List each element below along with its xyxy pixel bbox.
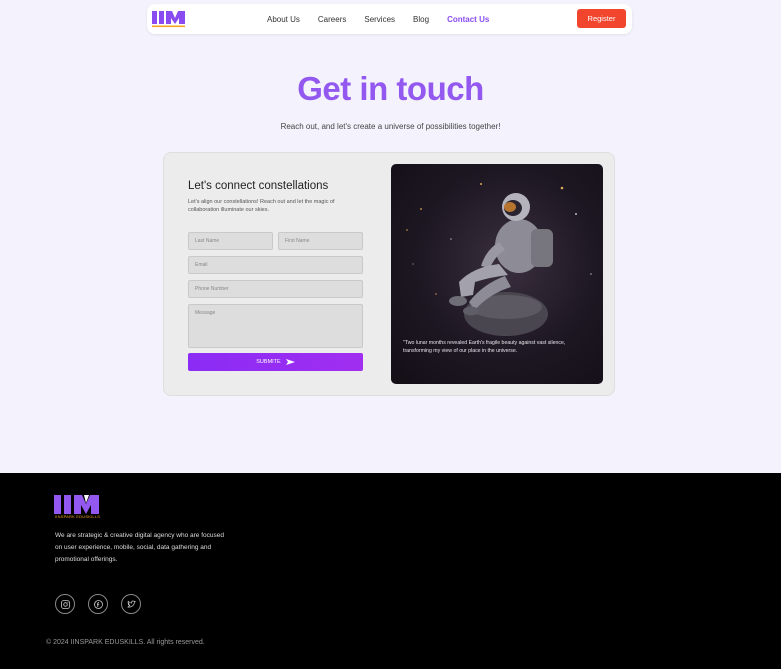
nav-link-contact-us[interactable]: Contact Us bbox=[447, 15, 489, 24]
astronaut-image: "Two lunar months revealed Earth's fragi… bbox=[391, 164, 603, 384]
message-field[interactable]: Message bbox=[188, 304, 363, 348]
copyright-text: © 2024 IINSPARK EDUSKILLS. All rights re… bbox=[46, 639, 205, 646]
register-button[interactable]: Register bbox=[577, 9, 626, 28]
nav-link-blog[interactable]: Blog bbox=[413, 15, 429, 24]
footer-brand-name: IINSPARK EDUSKILLS bbox=[55, 514, 101, 519]
form-title: Let's connect constellations bbox=[188, 180, 329, 192]
instagram-icon[interactable] bbox=[55, 594, 75, 614]
nav-link-about-us[interactable]: About Us bbox=[267, 15, 300, 24]
page-subtitle: Reach out, and let's create a universe o… bbox=[280, 122, 501, 131]
footer: IINSPARK EDUSKILLS We are strategic & cr… bbox=[0, 473, 781, 669]
facebook-icon[interactable] bbox=[88, 594, 108, 614]
footer-description: We are strategic & creative digital agen… bbox=[55, 532, 224, 563]
page-title: Get in touch bbox=[297, 70, 484, 107]
submit-label: SUBMITE bbox=[256, 359, 281, 365]
astronaut-quote: "Two lunar months revealed Earth's fragi… bbox=[403, 340, 566, 354]
contact-card: Let's connect constellations Let's align… bbox=[163, 152, 615, 396]
top-nav: About Us Careers Services Blog Contact U… bbox=[147, 4, 632, 34]
iinspark-logo-icon[interactable] bbox=[152, 9, 186, 29]
submit-button[interactable]: SUBMITE bbox=[188, 353, 363, 371]
send-icon bbox=[285, 359, 295, 365]
nav-link-careers[interactable]: Careers bbox=[318, 15, 346, 24]
form-description: Let's align our constellations! Reach ou… bbox=[188, 199, 335, 213]
last-name-field[interactable]: Last Name bbox=[188, 232, 273, 250]
email-field[interactable]: Email bbox=[188, 256, 363, 274]
first-name-field[interactable]: First Name bbox=[278, 232, 363, 250]
nav-link-services[interactable]: Services bbox=[364, 15, 395, 24]
phone-field[interactable]: Phone Number bbox=[188, 280, 363, 298]
twitter-icon[interactable] bbox=[121, 594, 141, 614]
